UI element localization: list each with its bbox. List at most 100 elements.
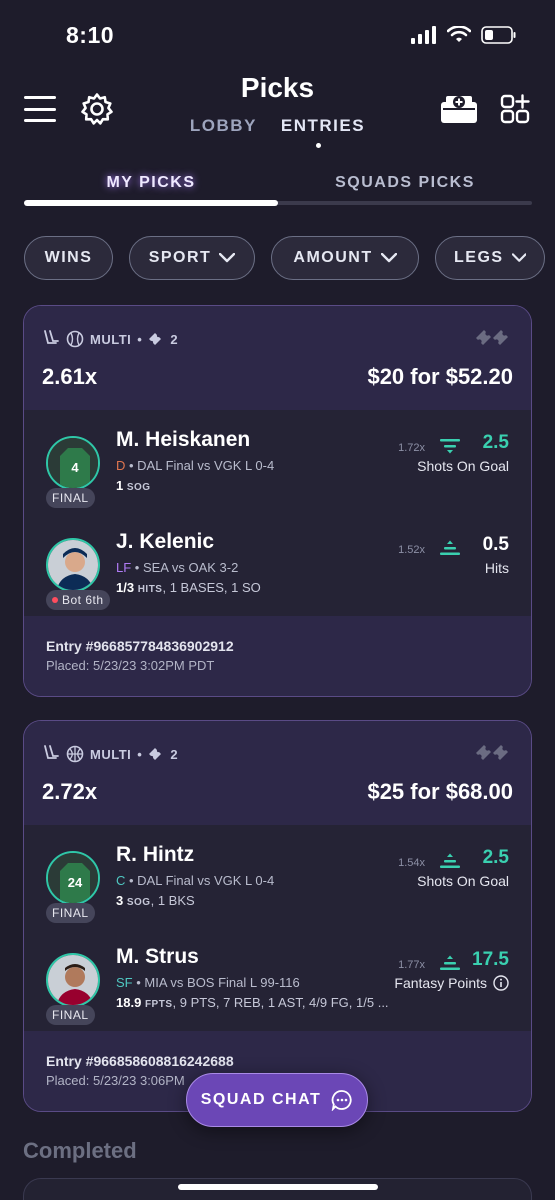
tickets-icon (476, 745, 508, 760)
player-meta: LF • SEA vs OAK 3-2 (116, 560, 238, 575)
home-indicator[interactable] (178, 1184, 378, 1190)
player-name: R. Hintz (116, 843, 195, 866)
game-status-badge: FINAL (46, 903, 95, 923)
player-headshot-icon (48, 955, 98, 1005)
filter-sport[interactable]: SPORT (129, 236, 255, 280)
entry-card[interactable]: MULTI • 2 2.72x $25 for $68.00 24 FINAL … (23, 720, 532, 1112)
entry-type: MULTI (90, 331, 132, 347)
player-position: D (116, 458, 126, 473)
wifi-icon (447, 26, 471, 42)
pick-multiplier: 1.77x (398, 959, 425, 971)
battery-icon (481, 26, 516, 44)
player-headshot-icon (48, 540, 98, 590)
player-name: M. Strus (116, 945, 199, 968)
pick-category: Hits (484, 560, 509, 576)
chat-bubble-icon (331, 1090, 352, 1111)
entry-payout: $20 for $52.20 (367, 364, 513, 389)
subtab-my-picks[interactable]: MY PICKS (24, 174, 278, 192)
active-tab-indicator (316, 143, 321, 148)
player-avatar (46, 538, 100, 592)
stat-value: 1/3 (116, 580, 135, 595)
pick-category: Shots On Goal (417, 873, 509, 889)
pick-subtabs: MY PICKS SQUADS PICKS (24, 174, 532, 192)
pick-line: 17.5 (472, 949, 509, 970)
pick-multiplier: 1.72x (398, 442, 425, 454)
pick-multiplier: 1.54x (398, 857, 425, 869)
separator-dot: • (137, 746, 143, 762)
status-icons (411, 26, 517, 44)
pick-multiplier: 1.52x (398, 544, 425, 556)
baseball-icon (66, 330, 84, 348)
squad-chat-button[interactable]: SQUAD CHAT (186, 1073, 368, 1127)
stat-unit: HITS (137, 584, 163, 595)
entry-header: MULTI • 2 2.72x $25 for $68.00 (24, 721, 531, 825)
player-name: J. Kelenic (116, 530, 215, 553)
stat-unit: SOG (126, 897, 151, 908)
player-position: SF (116, 975, 133, 990)
player-stats: 3 SOG, 1 BKS (116, 893, 195, 908)
entry-type-row: MULTI • 2 (42, 330, 178, 348)
player-avatar (46, 953, 100, 1007)
subtab-active-indicator (24, 200, 278, 206)
grid-plus-icon[interactable] (500, 94, 530, 124)
filter-amount[interactable]: AMOUNT (271, 236, 419, 280)
pick-category: Fantasy Points (394, 975, 487, 991)
player-avatar: 4 (46, 436, 100, 490)
ticket-icon (149, 333, 162, 345)
higher-arrow-icon (440, 540, 460, 555)
entry-header: MULTI • 2 2.61x $20 for $52.20 (24, 306, 531, 410)
game-status-badge: FINAL (46, 1005, 95, 1025)
hockey-stick-icon (44, 330, 59, 344)
entry-id: Entry #966858608816242688 (46, 1053, 234, 1069)
jersey-number: 24 (68, 875, 83, 890)
entry-type-row: MULTI • 2 (42, 745, 178, 763)
entry-card[interactable]: MULTI • 2 2.61x $20 for $52.20 4 FINAL M… (23, 305, 532, 697)
stat-value: 18.9 (116, 995, 142, 1010)
legs-count: 2 (170, 746, 179, 762)
player-name: M. Heiskanen (116, 428, 251, 451)
game-status-badge: Bot 6th (46, 590, 110, 610)
entry-type: MULTI (90, 746, 132, 762)
filter-legs[interactable]: LEGS (435, 236, 545, 280)
entry-multiplier: 2.61x (42, 364, 98, 389)
wallet-icon[interactable] (440, 94, 478, 124)
signal-icon (411, 26, 436, 44)
completed-section-title: Completed (23, 1138, 137, 1163)
pick-row[interactable]: 24 FINAL R. Hintz C • DAL Final vs VGK L… (24, 843, 531, 951)
squad-chat-label: SQUAD CHAT (200, 1091, 322, 1108)
pick-category: Shots On Goal (417, 458, 509, 474)
pick-line: 2.5 (482, 847, 509, 868)
chevron-down-icon (219, 253, 236, 263)
info-icon[interactable] (493, 975, 509, 991)
player-meta: SF • MIA vs BOS Final L 99-116 (116, 975, 300, 990)
filter-label: AMOUNT (293, 249, 373, 266)
status-time: 8:10 (66, 22, 115, 48)
entry-id: Entry #966857784836902912 (46, 638, 234, 654)
game-status-badge: FINAL (46, 488, 95, 508)
stat-value: 3 (116, 893, 124, 908)
jersey-icon: 24 (48, 853, 98, 903)
entry-multiplier: 2.72x (42, 779, 98, 804)
pick-row[interactable]: 4 FINAL M. Heiskanen D • DAL Final vs VG… (24, 428, 531, 536)
pick-line: 0.5 (482, 534, 509, 555)
hockey-stick-icon (44, 745, 59, 759)
filter-bar: WINS SPORT AMOUNT LEGS (24, 236, 545, 280)
hamburger-line (24, 107, 56, 111)
pick-category-row: Fantasy Points (394, 975, 509, 991)
entry-payout: $25 for $68.00 (367, 779, 513, 804)
entry-picks: 4 FINAL M. Heiskanen D • DAL Final vs VG… (24, 410, 531, 616)
tab-entries[interactable]: ENTRIES (281, 116, 365, 136)
badge-text: Bot 6th (62, 593, 104, 607)
player-position: C (116, 873, 126, 888)
tab-lobby[interactable]: LOBBY (190, 116, 257, 136)
pick-line: 2.5 (482, 432, 509, 453)
entry-placed-date: Placed: 5/23/23 3:06PM (46, 1073, 185, 1088)
stat-rest: , 1 BASES, 1 SO (162, 580, 261, 595)
player-avatar: 24 (46, 851, 100, 905)
subtab-squads-picks[interactable]: SQUADS PICKS (278, 174, 532, 192)
stat-value: 1 (116, 478, 124, 493)
game-info: • DAL Final vs VGK L 0-4 (125, 458, 275, 473)
filter-label: SPORT (148, 249, 212, 266)
stat-rest: , 9 PTS, 7 REB, 1 AST, 4/9 FG, 1/5 ... (172, 995, 389, 1010)
filter-wins[interactable]: WINS (24, 236, 113, 280)
